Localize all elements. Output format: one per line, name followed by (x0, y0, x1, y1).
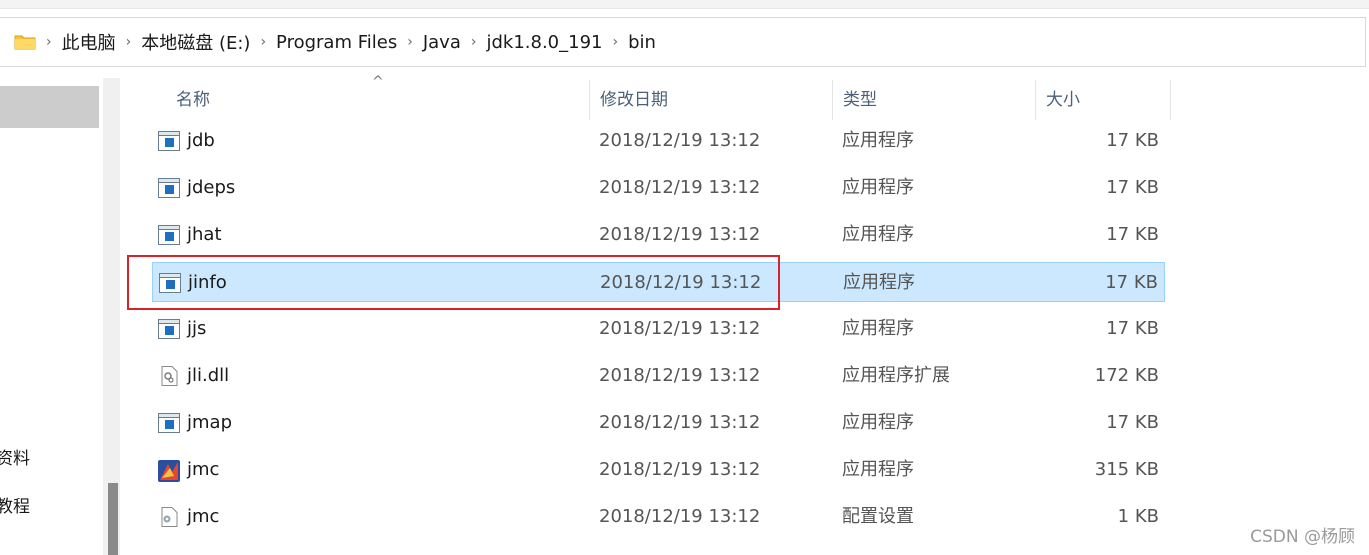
chevron-right-icon[interactable]: › (260, 34, 266, 50)
file-name: jmap (187, 412, 232, 433)
file-date: 2018/12/19 13:12 (599, 224, 761, 245)
file-size: 17 KB (1106, 177, 1159, 198)
file-date: 2018/12/19 13:12 (599, 365, 761, 386)
file-name: jmc (187, 459, 220, 480)
chevron-right-icon[interactable]: › (407, 34, 413, 50)
chevron-right-icon[interactable]: › (126, 34, 132, 50)
file-type: 配置设置 (842, 506, 914, 527)
file-date: 2018/12/19 13:12 (599, 506, 761, 527)
file-row[interactable]: jdeps 2018/12/19 13:12 应用程序 17 KB (152, 168, 1165, 208)
exe-icon (158, 131, 180, 151)
file-row[interactable]: jhat 2018/12/19 13:12 应用程序 17 KB (152, 215, 1165, 255)
file-row[interactable]: jmc 2018/12/19 13:12 配置设置 1 KB (152, 497, 1165, 537)
column-header-type[interactable]: 类型 (833, 80, 1036, 120)
file-type: 应用程序 (842, 224, 914, 245)
breadcrumb-item[interactable]: Program Files (276, 32, 397, 53)
nav-selected-item[interactable] (0, 86, 99, 128)
file-date: 2018/12/19 13:12 (599, 412, 761, 433)
breadcrumb-item[interactable]: jdk1.8.0_191 (486, 32, 602, 53)
file-size: 315 KB (1094, 459, 1159, 480)
column-header-date[interactable]: 修改日期 (590, 80, 833, 120)
exe-icon (158, 319, 180, 339)
dll-icon (158, 366, 180, 386)
file-size: 1 KB (1117, 506, 1159, 527)
column-header-size[interactable]: 大小 (1036, 80, 1171, 120)
file-row[interactable]: jli.dll 2018/12/19 13:12 应用程序扩展 172 KB (152, 356, 1165, 396)
file-name: jli.dll (187, 365, 230, 386)
navigation-pane: 资料 教程 (0, 78, 120, 555)
file-type: 应用程序 (842, 318, 914, 339)
file-size: 17 KB (1106, 318, 1159, 339)
exe-icon (158, 178, 180, 198)
file-date: 2018/12/19 13:12 (599, 318, 761, 339)
chevron-right-icon[interactable]: › (612, 34, 618, 50)
file-name: jjs (187, 318, 207, 339)
file-type: 应用程序 (842, 412, 914, 433)
exe-icon (158, 225, 180, 245)
exe-icon (158, 413, 180, 433)
file-type: 应用程序扩展 (842, 365, 950, 386)
file-size: 172 KB (1094, 365, 1159, 386)
nav-scrollbar-thumb[interactable] (108, 483, 118, 555)
file-date: 2018/12/19 13:12 (599, 459, 761, 480)
breadcrumb-item-current[interactable]: bin (628, 32, 656, 53)
column-header-row: ^ 名称 修改日期 类型 大小 (128, 74, 1173, 120)
file-size: 17 KB (1105, 272, 1158, 293)
watermark: CSDN @杨顾 (1250, 527, 1355, 547)
file-type: 应用程序 (842, 459, 914, 480)
file-size: 17 KB (1106, 412, 1159, 433)
address-bar[interactable]: › 此电脑 › 本地磁盘 (E:) › Program Files › Java… (0, 17, 1366, 67)
file-date: 2018/12/19 13:12 (599, 130, 761, 151)
breadcrumb-item[interactable]: 本地磁盘 (E:) (141, 29, 250, 55)
config-icon (158, 507, 180, 527)
window-top-strip (0, 0, 1369, 9)
file-row[interactable]: jmap 2018/12/19 13:12 应用程序 17 KB (152, 403, 1165, 443)
file-size: 17 KB (1106, 130, 1159, 151)
nav-item-materials[interactable]: 资料 (0, 444, 30, 469)
file-type: 应用程序 (842, 177, 914, 198)
file-date: 2018/12/19 13:12 (599, 177, 761, 198)
chevron-right-icon[interactable]: › (46, 34, 52, 50)
file-type: 应用程序 (842, 130, 914, 151)
file-name: jmc (187, 506, 220, 527)
file-name: jhat (187, 224, 222, 245)
file-row[interactable]: jmc 2018/12/19 13:12 应用程序 315 KB (152, 450, 1165, 490)
file-size: 17 KB (1106, 224, 1159, 245)
breadcrumb-item[interactable]: 此电脑 (62, 29, 116, 55)
chevron-right-icon[interactable]: › (471, 34, 477, 50)
file-name: jdeps (187, 177, 236, 198)
file-type: 应用程序 (843, 272, 915, 293)
file-row[interactable]: jjs 2018/12/19 13:12 应用程序 17 KB (152, 309, 1165, 349)
file-name: jdb (187, 130, 215, 151)
jmc-icon (158, 460, 180, 482)
red-highlight-annotation (127, 255, 780, 310)
folder-icon (14, 34, 36, 50)
file-row[interactable]: jdb 2018/12/19 13:12 应用程序 17 KB (152, 121, 1165, 161)
column-header-name[interactable]: 名称 (166, 80, 590, 120)
nav-item-tutorials[interactable]: 教程 (0, 492, 30, 517)
breadcrumb-item[interactable]: Java (423, 32, 461, 53)
